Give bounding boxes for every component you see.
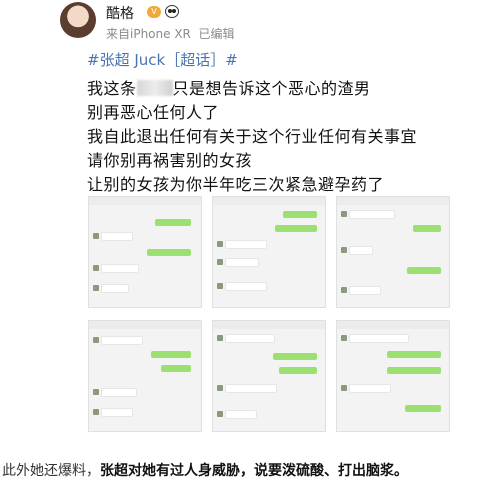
post-line-5: 让别的女孩为你半年吃三次紧急避孕药了 <box>87 175 385 194</box>
chat-screenshot-2[interactable] <box>212 196 326 308</box>
chat-screenshot-3[interactable] <box>336 196 450 308</box>
panda-icon <box>165 5 179 18</box>
post-line-3: 我自此退出任何有关于这个行业任何有关事宜 <box>87 127 418 146</box>
chat-screenshot-4[interactable] <box>88 320 202 432</box>
chat-screenshot-1[interactable] <box>88 196 202 308</box>
post-line-4: 请你别再祸害别的女孩 <box>87 151 253 170</box>
chat-screenshot-5[interactable] <box>212 320 326 432</box>
vip-badge-icon: V <box>147 6 161 18</box>
caption-plain-text: 此外她还爆料， <box>2 463 100 479</box>
post-line-2: 别再恶心任何人了 <box>87 103 220 122</box>
article-caption: 此外她还爆料，张超对她有过人身威胁，说要泼硫酸、打出脑浆。 <box>2 460 408 480</box>
post-line-1: 我这条 只是想告诉这个恶心的渣男 <box>87 75 371 99</box>
edited-label: 已编辑 <box>198 27 235 41</box>
chat-screenshot-6[interactable] <box>336 320 450 432</box>
user-avatar[interactable] <box>60 2 96 38</box>
supertopic-hashtag-link[interactable]: #张超 Juck［超话］# <box>87 49 238 70</box>
post-line-1-post: 只是想告诉这个恶心的渣男 <box>172 79 371 98</box>
chat-screenshot-grid <box>88 196 450 434</box>
post-line-1-pre: 我这条 <box>87 79 137 98</box>
caption-bold-text: 张超对她有过人身威胁，说要泼硫酸、打出脑浆。 <box>100 463 408 479</box>
device-source: 来自iPhone XR <box>106 27 191 41</box>
username[interactable]: 酷格 <box>106 3 134 23</box>
blurred-text <box>136 80 173 96</box>
post-meta: 来自iPhone XR 已编辑 <box>106 25 235 42</box>
